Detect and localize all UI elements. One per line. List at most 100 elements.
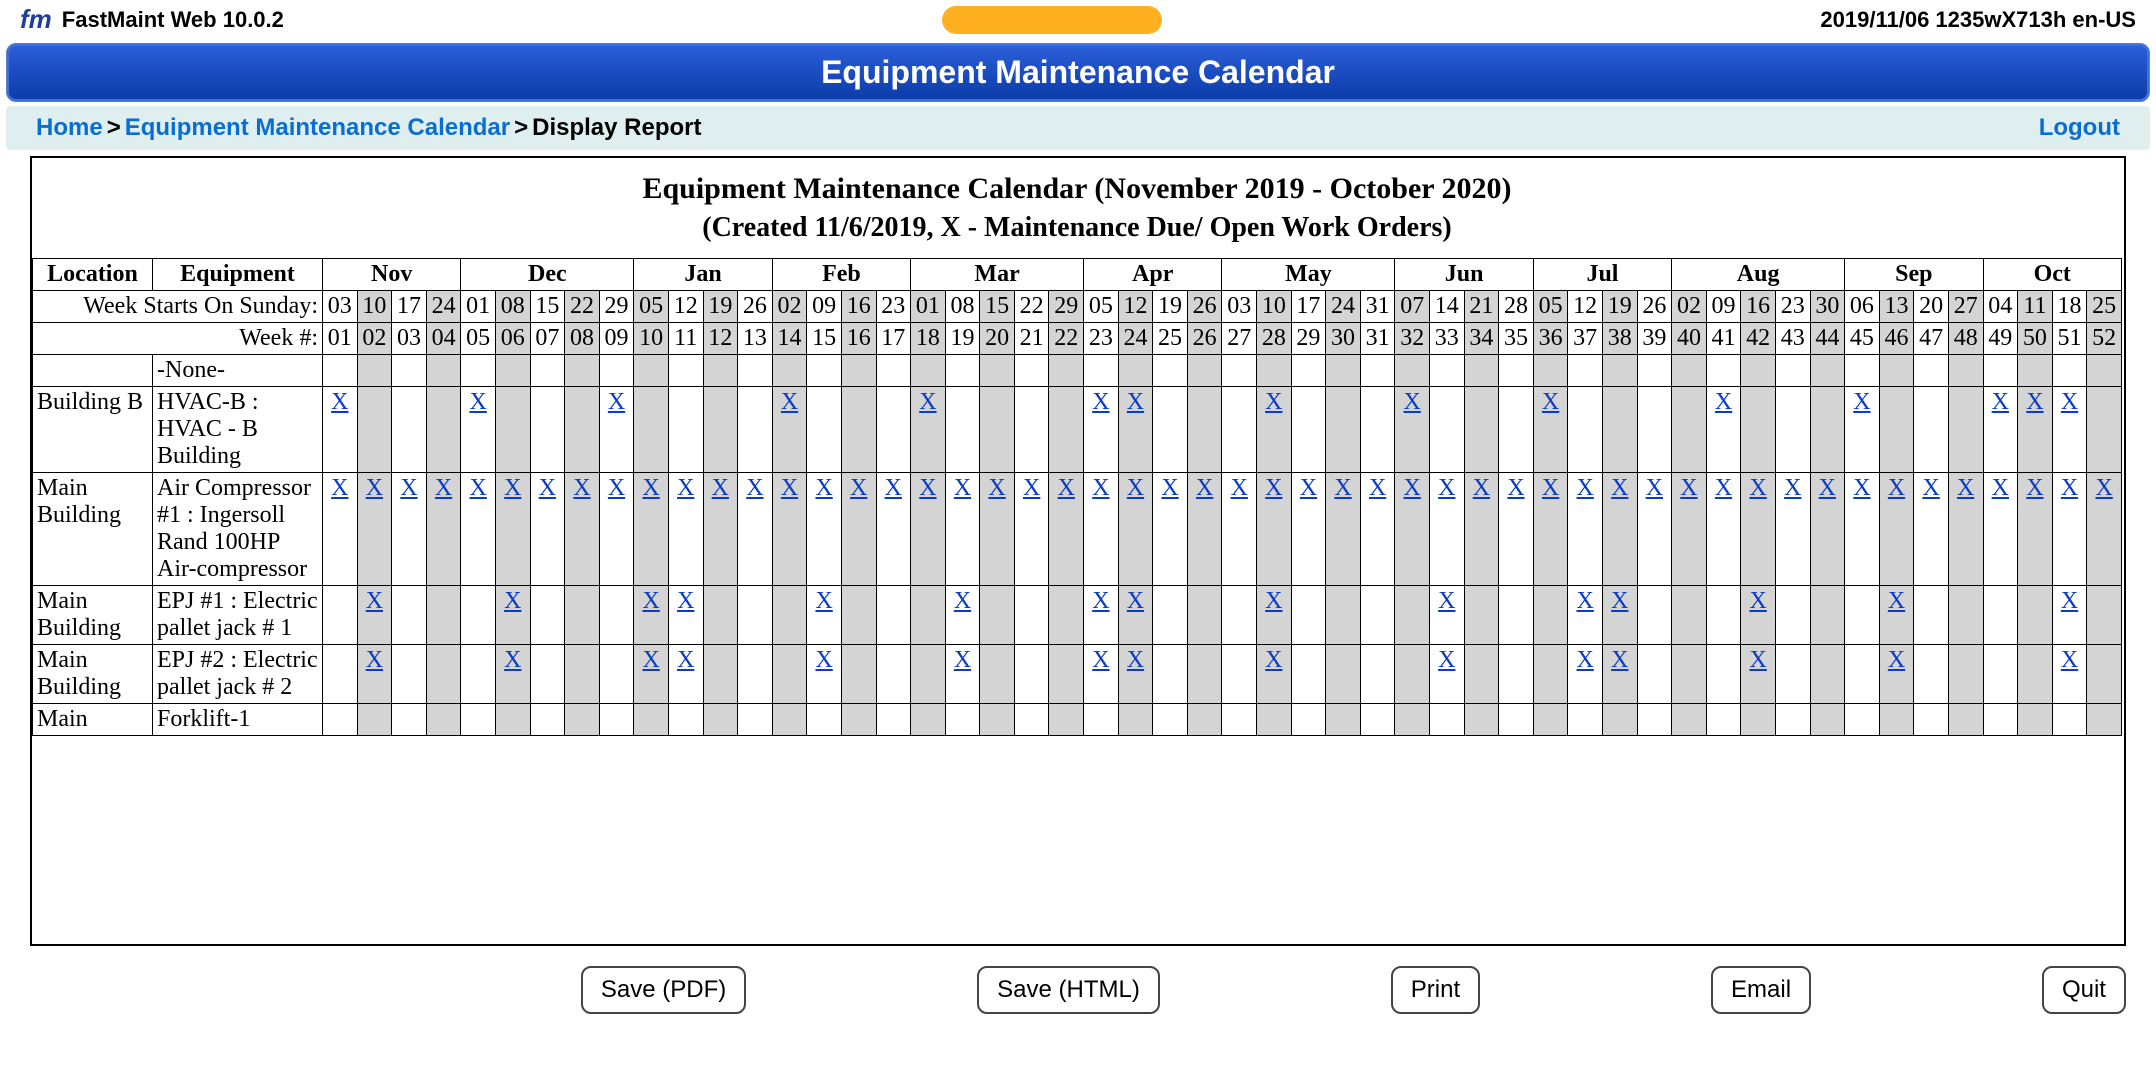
maint-x-link[interactable]: X xyxy=(677,647,694,673)
maint-x-link[interactable]: X xyxy=(746,475,763,501)
maint-x-link[interactable]: X xyxy=(1300,475,1317,501)
maint-x-link[interactable]: X xyxy=(2061,588,2078,614)
breadcrumb-home[interactable]: Home xyxy=(36,114,103,141)
maint-x-link[interactable]: X xyxy=(366,475,383,501)
maint-x-link[interactable]: X xyxy=(954,588,971,614)
maint-x-link[interactable]: X xyxy=(2061,389,2078,415)
print-button[interactable]: Print xyxy=(1391,966,1480,1014)
maint-x-link[interactable]: X xyxy=(885,475,902,501)
maint-x-link[interactable]: X xyxy=(1092,475,1109,501)
quit-button[interactable]: Quit xyxy=(2042,966,2126,1014)
maint-x-link[interactable]: X xyxy=(677,588,694,614)
save-pdf-button[interactable]: Save (PDF) xyxy=(581,966,746,1014)
maint-x-link[interactable]: X xyxy=(1715,389,1732,415)
maint-x-link[interactable]: X xyxy=(366,588,383,614)
maint-x-link[interactable]: X xyxy=(642,647,659,673)
maint-x-link[interactable]: X xyxy=(642,475,659,501)
maint-x-link[interactable]: X xyxy=(1784,475,1801,501)
maint-x-link[interactable]: X xyxy=(815,647,832,673)
save-html-button[interactable]: Save (HTML) xyxy=(977,966,1160,1014)
maint-x-link[interactable]: X xyxy=(1992,389,2009,415)
maint-x-link[interactable]: X xyxy=(470,389,487,415)
maint-x-link[interactable]: X xyxy=(400,475,417,501)
maint-x-link[interactable]: X xyxy=(954,475,971,501)
report-scroll-area[interactable]: Equipment Maintenance Calendar (November… xyxy=(32,158,2124,944)
maint-x-link[interactable]: X xyxy=(1507,475,1524,501)
maint-x-link[interactable]: X xyxy=(1161,475,1178,501)
maint-x-link[interactable]: X xyxy=(781,389,798,415)
maint-x-link[interactable]: X xyxy=(1542,475,1559,501)
maint-x-link[interactable]: X xyxy=(1888,588,1905,614)
maint-x-link[interactable]: X xyxy=(1992,475,2009,501)
maint-x-link[interactable]: X xyxy=(781,475,798,501)
maint-x-link[interactable]: X xyxy=(1334,475,1351,501)
maint-x-link[interactable]: X xyxy=(1265,475,1282,501)
maint-x-link[interactable]: X xyxy=(642,588,659,614)
maint-x-link[interactable]: X xyxy=(1611,588,1628,614)
maint-x-link[interactable]: X xyxy=(954,647,971,673)
maint-x-link[interactable]: X xyxy=(1819,475,1836,501)
maint-x-link[interactable]: X xyxy=(1577,588,1594,614)
maint-x-link[interactable]: X xyxy=(1196,475,1213,501)
maint-x-link[interactable]: X xyxy=(1611,475,1628,501)
maint-x-link[interactable]: X xyxy=(1888,647,1905,673)
maint-x-link[interactable]: X xyxy=(2026,475,2043,501)
maint-x-link[interactable]: X xyxy=(1646,475,1663,501)
maint-x-link[interactable]: X xyxy=(1611,647,1628,673)
maint-x-link[interactable]: X xyxy=(815,588,832,614)
maint-x-link[interactable]: X xyxy=(470,475,487,501)
maint-x-link[interactable]: X xyxy=(1957,475,1974,501)
maint-x-link[interactable]: X xyxy=(2061,647,2078,673)
maint-x-link[interactable]: X xyxy=(1577,475,1594,501)
maint-x-link[interactable]: X xyxy=(1127,588,1144,614)
maint-x-link[interactable]: X xyxy=(1542,389,1559,415)
maint-x-link[interactable]: X xyxy=(1127,389,1144,415)
maint-x-link[interactable]: X xyxy=(1577,647,1594,673)
maint-x-link[interactable]: X xyxy=(1473,475,1490,501)
maint-x-link[interactable]: X xyxy=(2095,475,2112,501)
maint-x-link[interactable]: X xyxy=(1888,475,1905,501)
maint-x-link[interactable]: X xyxy=(608,389,625,415)
maint-x-link[interactable]: X xyxy=(1438,475,1455,501)
maint-x-link[interactable]: X xyxy=(1749,647,1766,673)
maint-x-link[interactable]: X xyxy=(1127,647,1144,673)
maint-x-link[interactable]: X xyxy=(331,389,348,415)
maint-x-link[interactable]: X xyxy=(919,389,936,415)
maint-x-link[interactable]: X xyxy=(1127,475,1144,501)
maint-x-link[interactable]: X xyxy=(815,475,832,501)
maint-x-link[interactable]: X xyxy=(2026,389,2043,415)
logout-link[interactable]: Logout xyxy=(2039,114,2120,142)
maint-x-link[interactable]: X xyxy=(504,647,521,673)
maint-x-link[interactable]: X xyxy=(1680,475,1697,501)
maint-x-link[interactable]: X xyxy=(1749,475,1766,501)
maint-x-link[interactable]: X xyxy=(1853,389,1870,415)
maint-x-link[interactable]: X xyxy=(1438,647,1455,673)
maint-x-link[interactable]: X xyxy=(1265,389,1282,415)
maint-x-link[interactable]: X xyxy=(1092,389,1109,415)
maint-x-link[interactable]: X xyxy=(573,475,590,501)
maint-x-link[interactable]: X xyxy=(712,475,729,501)
maint-x-link[interactable]: X xyxy=(1265,647,1282,673)
maint-x-link[interactable]: X xyxy=(608,475,625,501)
maint-x-link[interactable]: X xyxy=(1438,588,1455,614)
maint-x-link[interactable]: X xyxy=(1715,475,1732,501)
maint-x-link[interactable]: X xyxy=(1404,475,1421,501)
maint-x-link[interactable]: X xyxy=(1231,475,1248,501)
maint-x-link[interactable]: X xyxy=(504,588,521,614)
maint-x-link[interactable]: X xyxy=(850,475,867,501)
maint-x-link[interactable]: X xyxy=(919,475,936,501)
maint-x-link[interactable]: X xyxy=(1023,475,1040,501)
maint-x-link[interactable]: X xyxy=(435,475,452,501)
maint-x-link[interactable]: X xyxy=(1265,588,1282,614)
maint-x-link[interactable]: X xyxy=(988,475,1005,501)
maint-x-link[interactable]: X xyxy=(677,475,694,501)
maint-x-link[interactable]: X xyxy=(1922,475,1939,501)
maint-x-link[interactable]: X xyxy=(1404,389,1421,415)
maint-x-link[interactable]: X xyxy=(331,475,348,501)
maint-x-link[interactable]: X xyxy=(539,475,556,501)
maint-x-link[interactable]: X xyxy=(1092,588,1109,614)
maint-x-link[interactable]: X xyxy=(1092,647,1109,673)
maint-x-link[interactable]: X xyxy=(504,475,521,501)
maint-x-link[interactable]: X xyxy=(1369,475,1386,501)
maint-x-link[interactable]: X xyxy=(1853,475,1870,501)
